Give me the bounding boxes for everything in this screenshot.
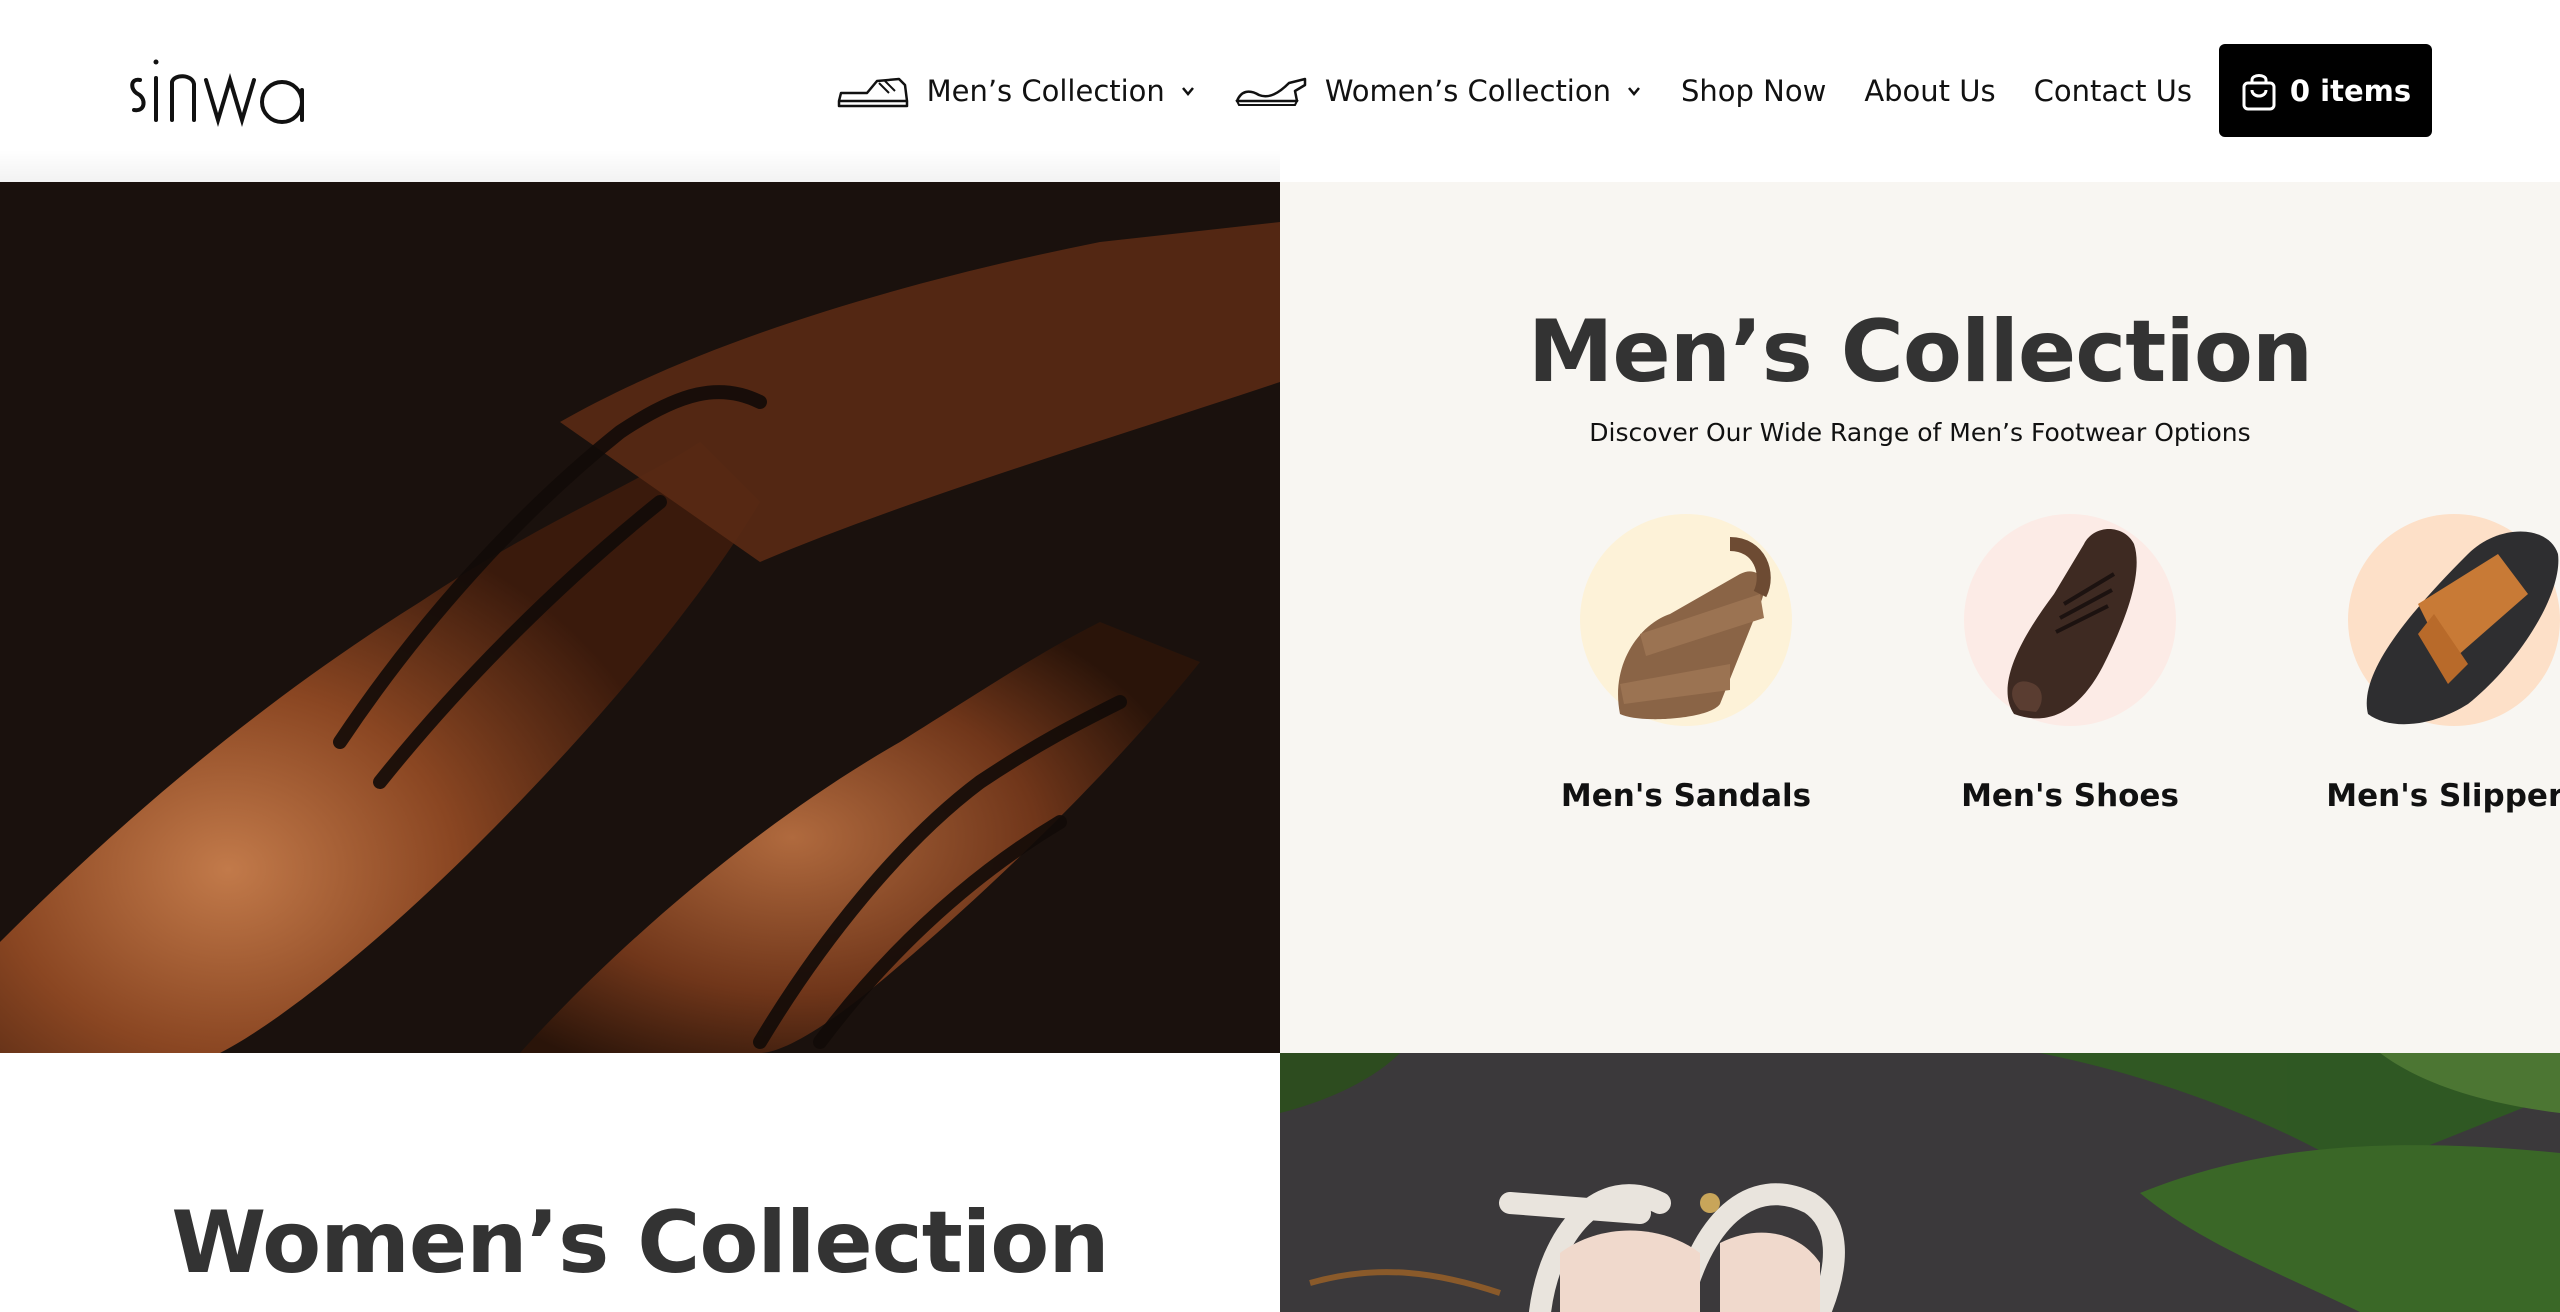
chevron-down-icon xyxy=(1628,87,1640,96)
nav-contact-us[interactable]: Contact Us xyxy=(2034,74,2192,108)
category-label: Men's Sandals xyxy=(1560,778,1812,814)
nav-label: Contact Us xyxy=(2033,74,2192,108)
womens-shoe-icon xyxy=(1235,77,1307,106)
nav-womens-collection[interactable]: Women’s Collection xyxy=(1235,71,1643,111)
header-shadow xyxy=(0,150,1280,190)
nav-label: Shop Now xyxy=(1681,74,1827,108)
category-mens-sandals[interactable]: Men's Sandals xyxy=(1536,514,1836,814)
mens-collection-section: Men’s Collection Discover Our Wide Range… xyxy=(1280,182,2560,1053)
womens-sandals-hero-image xyxy=(1280,1053,2560,1312)
category-image[interactable] xyxy=(1580,514,1792,726)
womens-collection-section: Women’s Collection xyxy=(0,1053,1280,1312)
shopping-bag-icon xyxy=(2242,73,2276,110)
mens-collection-subtitle: Discover Our Wide Range of Men’s Footwea… xyxy=(1589,418,2251,447)
nav-label: Men’s Collection xyxy=(926,74,1165,108)
mens-shoe-icon xyxy=(837,77,908,108)
cart-button[interactable]: 0 items xyxy=(2219,44,2432,137)
nav-shop-now[interactable]: Shop Now xyxy=(1681,74,1826,108)
nav-label: Women’s Collection xyxy=(1324,74,1611,108)
category-image[interactable] xyxy=(2348,514,2560,726)
mens-shoes-hero-image xyxy=(0,182,1280,1053)
chevron-down-icon xyxy=(1181,87,1194,96)
cart-label: 0 items xyxy=(2289,73,2412,108)
category-label: Men's Shoes xyxy=(1961,778,2179,814)
nav-mens-collection[interactable]: Men’s Collection xyxy=(837,71,1197,111)
sinwa-logo[interactable] xyxy=(126,50,310,130)
sandal-icon xyxy=(1618,537,1771,720)
oxford-shoe-icon xyxy=(2007,529,2137,719)
womens-collection-title: Women’s Collection xyxy=(171,1193,1109,1293)
category-mens-shoes[interactable]: Men's Shoes xyxy=(1920,514,2220,814)
slipper-icon xyxy=(2366,531,2559,725)
nav-about-us[interactable]: About Us xyxy=(1864,74,1995,108)
category-label: Men's Slippers xyxy=(2326,778,2560,814)
category-mens-slippers[interactable]: Men's Slippers xyxy=(2304,514,2560,814)
mens-collection-title: Men’s Collection xyxy=(1527,302,2313,402)
nav-label: About Us xyxy=(1864,74,1996,108)
category-image[interactable] xyxy=(1964,514,2176,726)
